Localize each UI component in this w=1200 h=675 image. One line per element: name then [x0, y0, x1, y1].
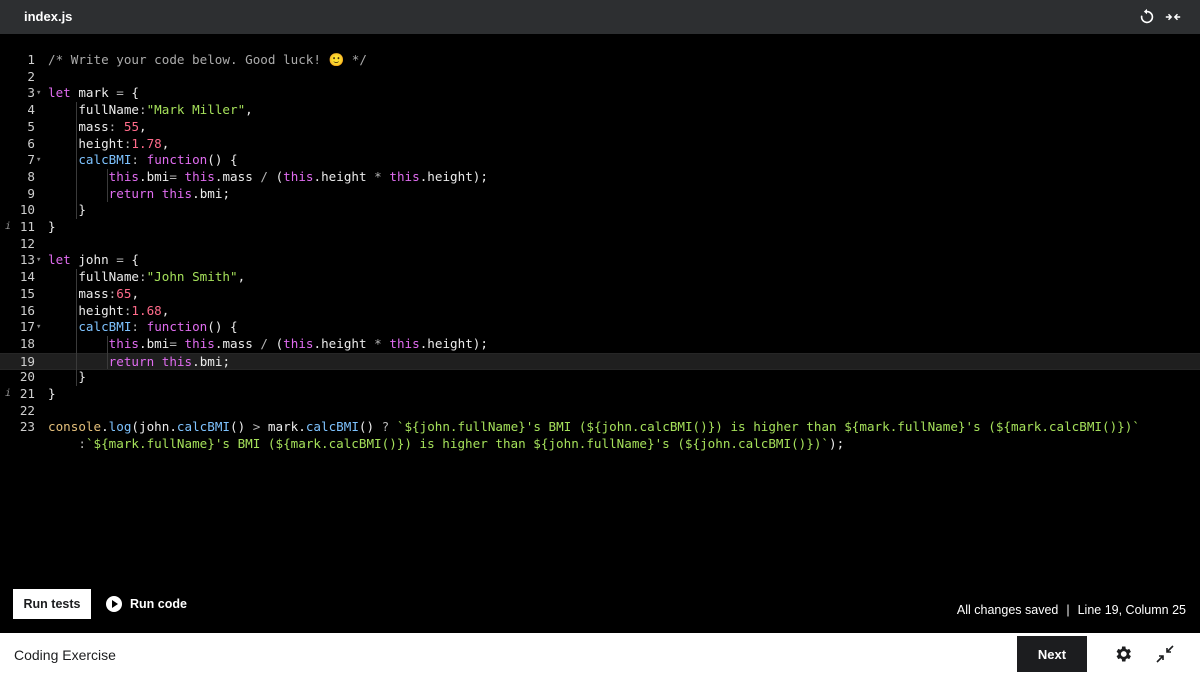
line-number: 20: [19, 369, 35, 385]
line-number: 19: [19, 353, 35, 369]
code-text: this.bmi= this.mass / (this.height * thi…: [108, 168, 488, 184]
line-number: 6: [27, 135, 35, 151]
code-text: /* Write your code below. Good luck! 🙂 *…: [48, 52, 367, 67]
code-text: }: [48, 369, 86, 385]
code-line[interactable]: 21 i}: [0, 386, 1200, 403]
code-text: console.log(john.calcBMI() > mark.calcBM…: [48, 419, 1140, 435]
line-number: 18: [19, 335, 35, 351]
line-number: 3: [27, 85, 35, 101]
code-line[interactable]: 14 fullName:"John Smith",: [0, 269, 1200, 286]
code-line[interactable]: 6 height:1.78,: [0, 136, 1200, 153]
code-line[interactable]: 15 mass:65,: [0, 286, 1200, 303]
code-text: let john = {: [48, 252, 140, 268]
indent-guide: [106, 335, 108, 370]
code-text: }: [48, 219, 56, 234]
line-number: 7: [27, 152, 35, 168]
line-number: 4: [27, 102, 35, 118]
line-number: 8: [27, 168, 35, 184]
cursor-position: Line 19, Column 25: [1077, 603, 1186, 617]
fold-arrow-icon[interactable]: ▾: [36, 319, 44, 336]
code-line[interactable]: 13 ▾ let john = {: [0, 252, 1200, 269]
line-number: 2: [27, 68, 35, 84]
code-line[interactable]: 19 return this.bmi;: [0, 352, 1200, 370]
gear-icon[interactable]: [1113, 644, 1133, 664]
fold-arrow-icon[interactable]: ▾: [36, 152, 44, 169]
line-number: 23: [19, 419, 35, 435]
code-line[interactable]: 1 /* Write your code below. Good luck! 🙂 …: [0, 52, 1200, 69]
code-text: return this.bmi;: [108, 353, 231, 369]
code-line[interactable]: 3 ▾ let mark = {: [0, 85, 1200, 102]
line-number: 15: [19, 285, 35, 301]
line-number: 1: [27, 52, 35, 67]
code-line[interactable]: 17 ▾ calcBMI: function() {: [0, 319, 1200, 336]
code-line[interactable]: 7 ▾ calcBMI: function() {: [0, 152, 1200, 169]
code-text: fullName:"Mark Miller",: [48, 102, 253, 118]
code-line[interactable]: 20 }: [0, 369, 1200, 386]
code-line[interactable]: 9 return this.bmi;: [0, 186, 1200, 203]
fold-arrow-icon[interactable]: ▾: [36, 252, 44, 269]
info-icon[interactable]: i: [5, 386, 11, 403]
indent-guide: [76, 269, 78, 386]
code-line[interactable]: 5 mass: 55,: [0, 119, 1200, 136]
line-number: 12: [19, 235, 35, 251]
code-editor[interactable]: 1 /* Write your code below. Good luck! 🙂 …: [0, 44, 1200, 584]
line-number: 14: [19, 269, 35, 285]
file-tab[interactable]: index.js: [24, 9, 72, 24]
code-text: let mark = {: [48, 85, 140, 101]
code-text: height:1.68,: [48, 302, 170, 318]
code-line[interactable]: 11 i}: [0, 219, 1200, 236]
line-number: 10: [19, 202, 35, 218]
code-text: return this.bmi;: [108, 185, 231, 201]
run-code-label: Run code: [130, 597, 187, 611]
line-number: 16: [19, 302, 35, 318]
code-line[interactable]: 16 height:1.68,: [0, 303, 1200, 320]
line-number: 22: [19, 402, 35, 418]
indent-guide: [106, 168, 108, 203]
code-text: mass: 55,: [48, 118, 147, 134]
line-number: 9: [27, 185, 35, 201]
expand-icon[interactable]: [1164, 8, 1182, 26]
code-line[interactable]: 12: [0, 236, 1200, 253]
code-line[interactable]: 10 }: [0, 202, 1200, 219]
play-icon: [106, 596, 122, 612]
code-text: mass:65,: [48, 285, 140, 301]
code-text: }: [48, 386, 56, 401]
line-number: 13: [19, 252, 35, 268]
code-text: }: [48, 202, 86, 218]
line-number: 5: [27, 118, 35, 134]
code-line[interactable]: 23 console.log(john.calcBMI() > mark.calc…: [0, 419, 1200, 436]
code-text: fullName:"John Smith",: [48, 269, 246, 285]
code-line[interactable]: 4 fullName:"Mark Miller",: [0, 102, 1200, 119]
next-button[interactable]: Next: [1017, 636, 1087, 672]
run-tests-button[interactable]: Run tests: [13, 589, 91, 619]
code-line[interactable]: 2: [0, 69, 1200, 86]
info-icon[interactable]: i: [5, 219, 11, 236]
minimize-icon[interactable]: [1155, 644, 1175, 664]
status-bar: All changes saved | Line 19, Column 25: [957, 603, 1186, 617]
status-separator: |: [1066, 603, 1070, 617]
code-line[interactable]: :`${mark.fullName}'s BMI (${mark.calcBMI…: [0, 436, 1200, 453]
exercise-footer: Coding Exercise Next: [0, 633, 1200, 675]
code-line[interactable]: 22: [0, 403, 1200, 420]
editor-tab-bar: index.js: [0, 0, 1200, 34]
exercise-label: Coding Exercise: [14, 647, 116, 663]
code-text: this.bmi= this.mass / (this.height * thi…: [108, 335, 488, 351]
indent-guide: [76, 102, 78, 219]
line-number: 17: [19, 319, 35, 335]
code-line[interactable]: 8 this.bmi= this.mass / (this.height * t…: [0, 169, 1200, 186]
code-text: :`${mark.fullName}'s BMI (${mark.calcBMI…: [78, 436, 845, 452]
run-code-button[interactable]: Run code: [106, 596, 187, 612]
save-status: All changes saved: [956, 603, 1059, 617]
code-line[interactable]: 18 this.bmi= this.mass / (this.height * …: [0, 336, 1200, 353]
fold-arrow-icon[interactable]: ▾: [36, 85, 44, 102]
code-text: height:1.78,: [48, 135, 170, 151]
reset-icon[interactable]: [1138, 8, 1156, 26]
